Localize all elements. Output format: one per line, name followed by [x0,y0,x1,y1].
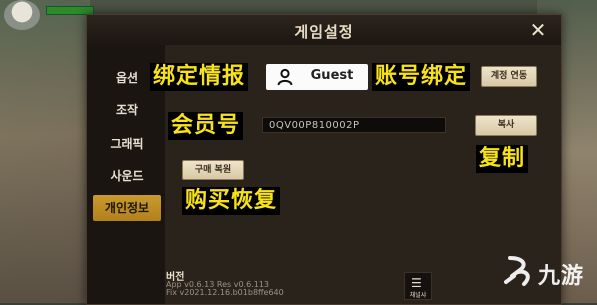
restore-purchase-button[interactable]: 구매 복원 [182,160,244,180]
dialog-titlebar: 게임설정 ✕ [87,15,561,46]
background-scene-left [0,0,90,303]
user-icon [277,68,293,86]
guest-account-box: Guest [266,64,368,90]
annotation-bind-info: 绑定情报 [150,63,249,91]
guest-label: Guest [310,68,354,83]
dialog-title: 게임설정 [294,23,354,41]
annotation-copy: 复制 [476,145,529,173]
watermark-text: 九游 [538,264,585,289]
annotation-member-no: 会员号 [168,112,244,140]
close-icon[interactable]: ✕ [527,19,549,41]
player-avatar [4,0,40,30]
member-id-field[interactable]: 0QV00P810002P [262,117,446,133]
copy-button[interactable]: 복사 [475,115,537,136]
channel-menu-button[interactable]: ☰ 채널샤 [404,272,432,300]
list-icon: ☰ [411,276,422,290]
tab-personal-info[interactable]: 개인정보 [93,195,161,221]
account-link-button[interactable]: 계정 연동 [481,66,537,87]
menu-button-caption: 채널샤 [409,292,427,299]
tab-graphics[interactable]: 그래픽 [93,131,161,157]
version-info: App v0.6.13 Res v0.6.113 Fix v2021.12.16… [166,281,284,297]
annotation-account-bind: 账号绑定 [372,63,471,91]
watermark: 九游 [502,252,594,292]
version-fix-line: Fix v2021.12.16.b01b8ffe640 [166,288,284,297]
annotation-restore: 购买恢复 [182,187,281,215]
tab-sound[interactable]: 사운드 [93,163,161,189]
tab-controls[interactable]: 조작 [93,97,161,123]
watermark-logo-icon [504,256,530,286]
